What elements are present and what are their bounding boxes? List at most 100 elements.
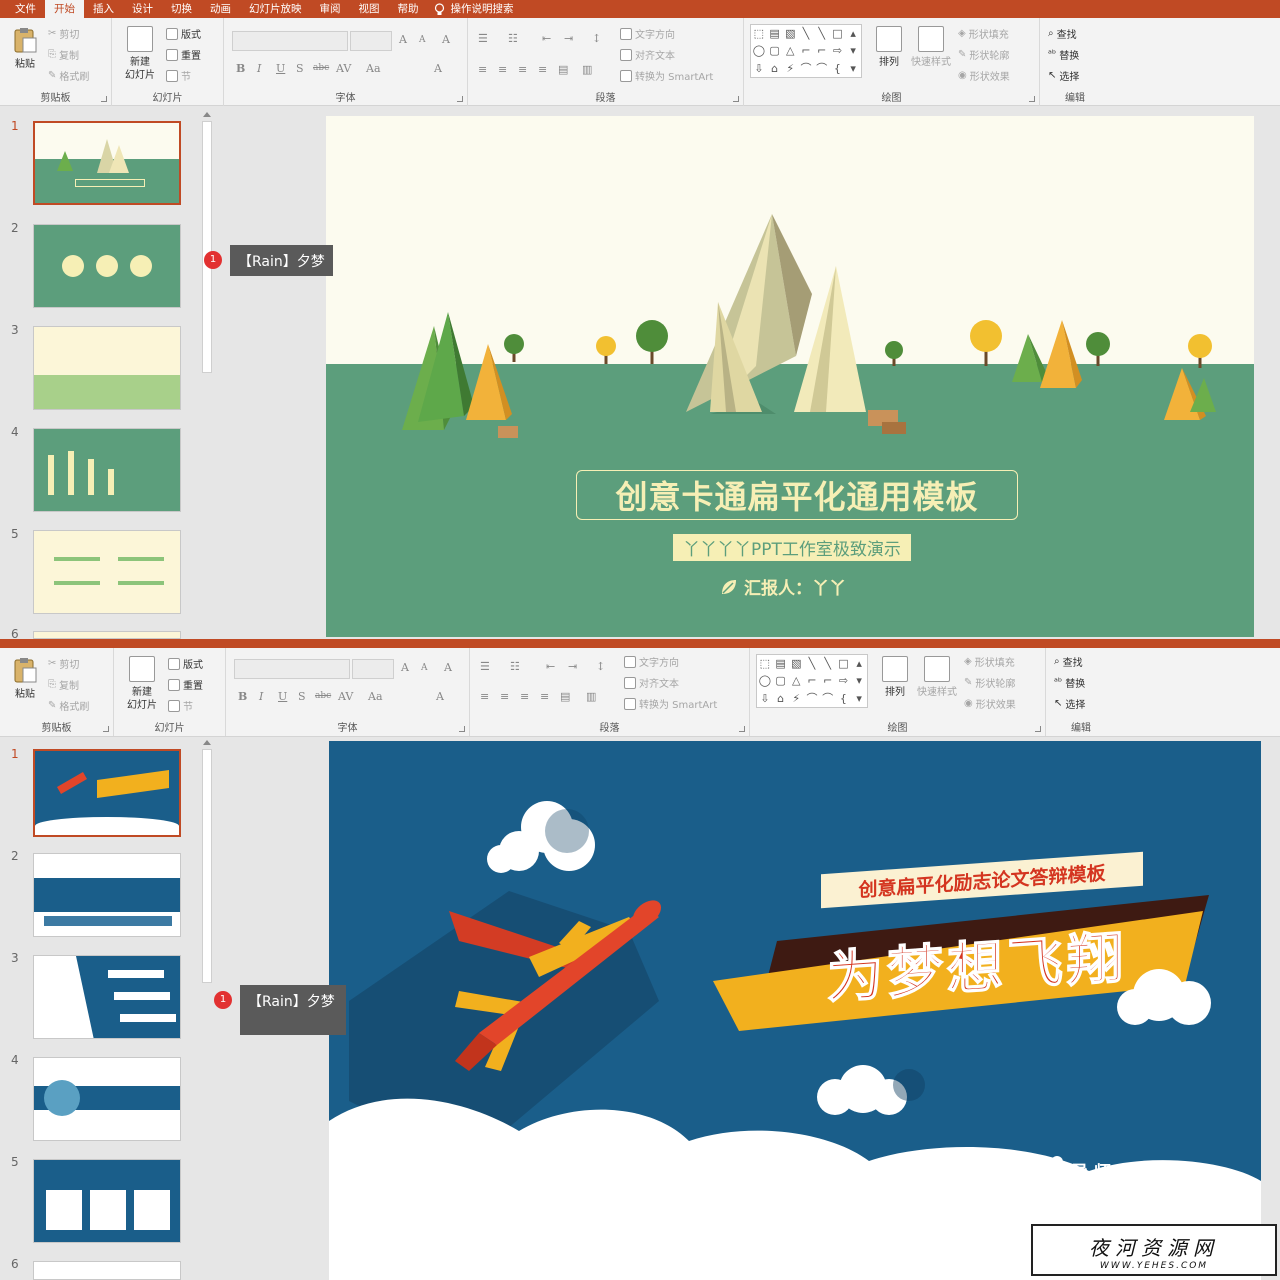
align-left-button[interactable]: ≡ [478,63,487,76]
thumbnail-slide-1[interactable] [33,121,181,205]
find-button[interactable]: ⌕ 查找 [1054,654,1083,669]
scroll-thumb[interactable] [202,121,212,373]
find-button[interactable]: ⌕ 查找 [1048,26,1077,41]
shape-item[interactable]: △ [782,42,798,59]
thumbnail-slide-3[interactable] [33,955,181,1039]
align-text-button[interactable]: 对齐文本 [624,675,679,690]
defender-line[interactable]: 答辩人：丫丫精饰 [879,1159,1037,1189]
thumbnail-slide-6[interactable] [33,1261,181,1280]
shape-item[interactable]: ⚡ [788,690,804,707]
shrink-font-button[interactable]: A [419,35,426,45]
thumbnail-slide-1[interactable] [33,749,181,837]
select-button[interactable]: ↖ 选择 [1054,696,1085,711]
shape-item[interactable]: ╲ [804,655,820,672]
strike-button[interactable]: abc [313,63,329,73]
grow-font-button[interactable]: A [401,661,409,674]
paragraph-launcher[interactable] [739,726,745,732]
thumb-scrollbar[interactable] [200,107,214,639]
select-button[interactable]: ↖ 选择 [1048,68,1079,83]
justify-button[interactable]: ≡ [540,690,549,703]
menu-help[interactable]: 帮助 [389,0,428,18]
drawing-launcher[interactable] [1035,726,1041,732]
shape-item[interactable]: ⬚ [757,655,773,672]
comment-badge[interactable]: 1 [214,991,232,1009]
shape-item[interactable]: ▢ [767,42,783,59]
clipboard-launcher[interactable] [103,726,109,732]
smartart-button[interactable]: 转换为 SmartArt [620,68,713,83]
menu-insert[interactable]: 插入 [84,0,123,18]
quick-styles-button[interactable]: 快速样式 [914,656,960,699]
align-text-button[interactable]: 对齐文本 [620,47,675,62]
shape-item[interactable]: ▧ [782,25,798,42]
shape-outline-button[interactable]: ✎ 形状轮廓 [964,675,1015,690]
paste-button[interactable]: 粘贴 [8,26,42,71]
paste-button[interactable]: 粘贴 [8,656,42,701]
arrange-button[interactable]: 排列 [872,26,906,69]
section-button[interactable]: 节 [168,698,193,713]
numbering-button[interactable]: ☷ [508,32,518,45]
copy-button[interactable]: ⎘ 复制 [48,677,79,692]
italic-button[interactable]: I [259,690,263,703]
menu-animations[interactable]: 动画 [201,0,240,18]
layout-button[interactable]: 版式 [166,26,201,41]
shape-item[interactable]: ⌐ [814,42,830,59]
font-size-box[interactable] [352,659,394,679]
case-button[interactable]: Aa [366,62,381,75]
shape-item[interactable]: □ [836,655,852,672]
shape-item[interactable]: ⌐ [820,672,836,689]
smartart-button[interactable]: 转换为 SmartArt [624,696,717,711]
clear-format-button[interactable]: A [442,33,450,46]
shape-item[interactable]: ◯ [757,672,773,689]
increase-indent-button[interactable]: ⇥ [568,660,577,673]
shape-item[interactable]: ⌒ [820,690,836,707]
shape-item[interactable]: ⌐ [798,42,814,59]
shape-item[interactable]: ⚡ [782,60,798,77]
scroll-up-icon[interactable] [203,112,211,117]
font-launcher[interactable] [457,96,463,102]
italic-button[interactable]: I [257,62,261,75]
line-spacing-button[interactable]: ↕ [596,660,605,673]
shape-item[interactable]: ▾ [845,60,861,77]
quick-styles-button[interactable]: 快速样式 [908,26,954,69]
font-size-box[interactable] [350,31,392,51]
shape-item[interactable]: ⌒ [804,690,820,707]
replace-button[interactable]: ᵃᵇ 替换 [1054,675,1085,690]
shape-item[interactable]: ▴ [851,655,867,672]
shape-item[interactable]: ▢ [773,672,789,689]
shape-fill-button[interactable]: ◈ 形状填充 [958,26,1009,41]
text-direction-button[interactable]: 文字方向 [620,26,675,41]
reporter-line[interactable]: 汇报人：丫丫 [720,574,846,599]
arrange-button[interactable]: 排列 [878,656,912,699]
format-painter-button[interactable]: ✎ 格式刷 [48,698,89,713]
justify-button[interactable]: ≡ [538,63,547,76]
menu-file[interactable]: 文件 [6,0,45,18]
shape-item[interactable]: ╲ [814,25,830,42]
comment-badge[interactable]: 1 [204,251,222,269]
thumbnail-slide-4[interactable] [33,428,181,512]
advisor-line[interactable]: 导 师：冯教授 [1049,1155,1179,1185]
shape-item[interactable]: ⌒ [798,60,814,77]
shape-effects-button[interactable]: ◉ 形状效果 [958,68,1010,83]
text-direction-button[interactable]: 文字方向 [624,654,679,669]
shape-effects-button[interactable]: ◉ 形状效果 [964,696,1016,711]
shape-item[interactable]: ⌐ [804,672,820,689]
menu-transitions[interactable]: 切换 [162,0,201,18]
shape-item[interactable]: □ [830,25,846,42]
slide-canvas-2[interactable]: 创意扁平化励志论文答辩模板 为梦想飞翔 答辩人：丫丫精饰 导 师：冯教授 [329,741,1261,1280]
shape-item[interactable]: △ [788,672,804,689]
shape-item[interactable]: { [830,60,846,77]
reset-button[interactable]: 重置 [168,677,203,692]
bold-button[interactable]: B [238,690,247,703]
clear-format-button[interactable]: A [444,661,452,674]
shape-item[interactable]: ⇩ [757,690,773,707]
thumbnail-slide-4[interactable] [33,1057,181,1141]
spacing-button[interactable]: AV [338,690,353,703]
increase-indent-button[interactable]: ⇥ [564,32,573,45]
shape-item[interactable]: ╲ [820,655,836,672]
drawing-launcher[interactable] [1029,96,1035,102]
shape-item[interactable]: ▴ [845,25,861,42]
decrease-indent-button[interactable]: ⇤ [542,32,551,45]
shape-item[interactable]: ⌂ [767,60,783,77]
thumbnail-slide-2[interactable] [33,224,181,308]
shape-item[interactable]: ⇨ [836,672,852,689]
